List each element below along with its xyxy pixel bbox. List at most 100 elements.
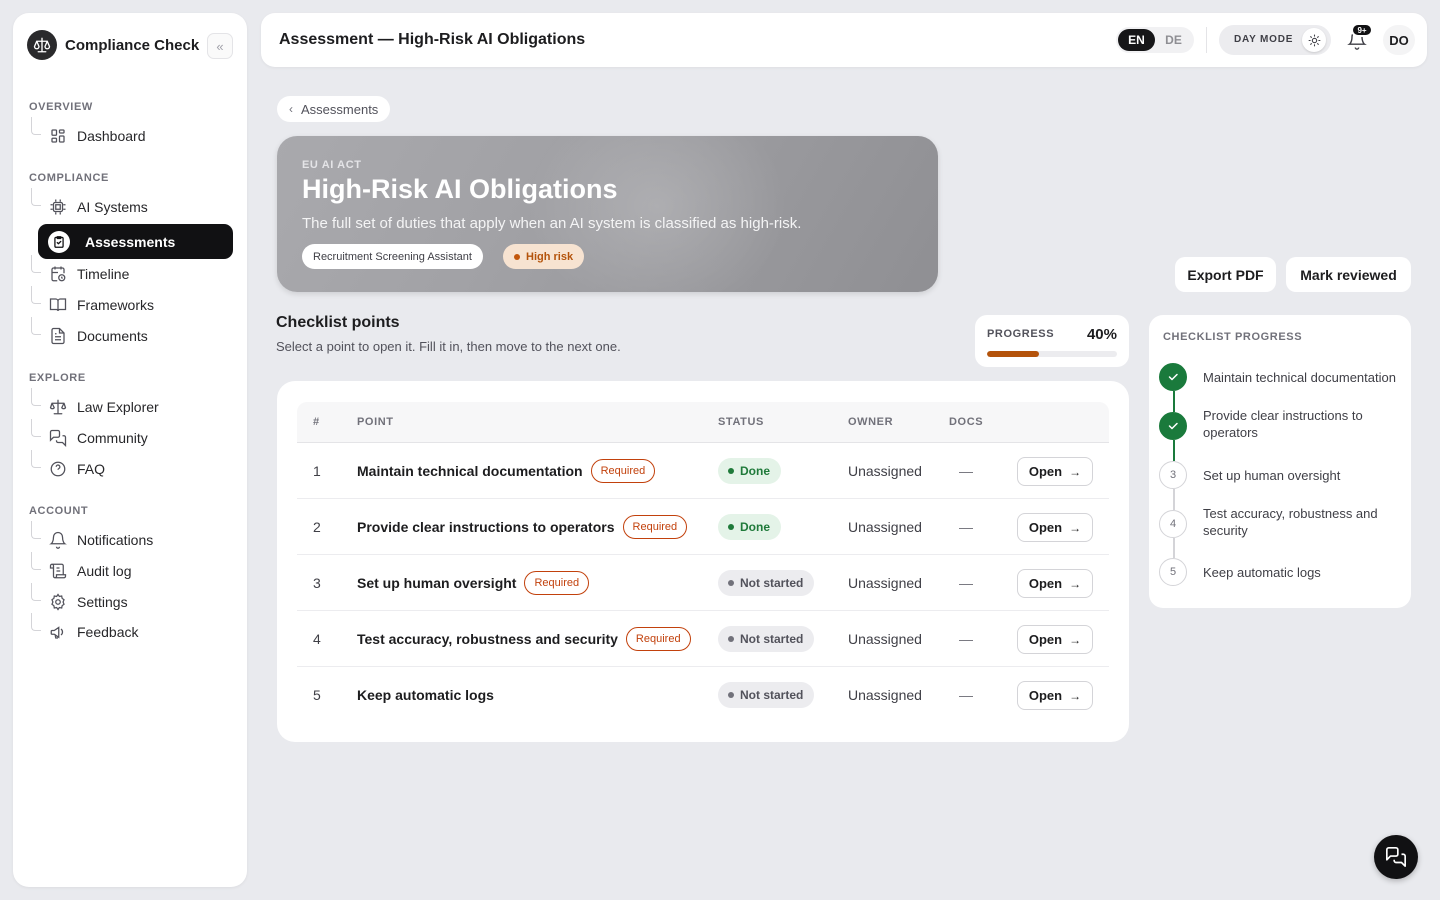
collapse-sidebar-button[interactable]: « [207, 33, 233, 59]
step-number[interactable]: 5 [1159, 558, 1187, 586]
table-row[interactable]: 2 Provide clear instructions to operators… [297, 499, 1109, 555]
column-header: STATUS [718, 416, 764, 428]
status-badge: Not started [718, 682, 815, 708]
back-to-assessments-link[interactable]: ‹ Assessments [277, 96, 391, 122]
status-dot [728, 524, 734, 530]
status-badge: Done [718, 458, 781, 484]
sidebar-item-frameworks[interactable]: Frameworks [29, 286, 233, 320]
sidebar-item-settings[interactable]: Settings [29, 583, 233, 617]
sidebar-item-timeline[interactable]: Timeline [29, 255, 233, 289]
app-name: Compliance Check [65, 36, 200, 54]
risk-label: High risk [526, 250, 574, 263]
lang-en-button[interactable]: EN [1118, 29, 1155, 51]
check-icon[interactable] [1159, 412, 1187, 440]
tree-connector [31, 188, 41, 206]
export-pdf-button[interactable]: Export PDF [1175, 257, 1276, 292]
table-row[interactable]: 5 Keep automatic logs Not started Unassigne… [297, 667, 1109, 723]
chevron-left-icon: ‹ [289, 102, 293, 116]
column-header: OWNER [848, 416, 894, 428]
arrow-right-icon: → [1069, 632, 1082, 647]
tree-connector [31, 255, 41, 273]
sidebar-item-ai-systems[interactable]: AI Systems [29, 188, 233, 222]
tree-connector [31, 583, 41, 601]
chat-bubbles-icon [49, 429, 67, 447]
point-cell: Provide clear instructions to operators R… [357, 499, 688, 555]
page-title: Assessment — High-Risk AI Obligations [279, 31, 586, 48]
sidebar-item-label: AI Systems [77, 199, 148, 215]
sidebar-item-law-explorer[interactable]: Law Explorer [29, 388, 233, 422]
book-open-icon [49, 298, 67, 312]
sidebar-item-label: Dashboard [77, 128, 146, 144]
sidebar-item-documents[interactable]: Documents [29, 317, 233, 351]
required-badge: Required [590, 459, 656, 483]
status-label: Done [740, 520, 770, 534]
step-connector [1173, 538, 1175, 558]
point-title: Keep automatic logs [357, 687, 494, 703]
chat-support-button[interactable] [1374, 835, 1418, 879]
nav-section-account: ACCOUNT [29, 505, 89, 517]
sidebar-item-faq[interactable]: FAQ [29, 450, 233, 484]
user-avatar[interactable]: DO [1383, 25, 1415, 55]
step-label[interactable]: Test accuracy, robustness and security [1203, 505, 1399, 539]
column-header: # [313, 416, 320, 428]
progress-card: PROGRESS 40% [975, 315, 1129, 367]
docs-cell: — [959, 687, 973, 703]
sidebar-item-assessments[interactable]: Assessments [38, 224, 233, 259]
open-point-button[interactable]: Open → [1017, 625, 1093, 654]
column-header: POINT [357, 416, 394, 428]
required-badge: Required [625, 627, 691, 651]
open-point-button[interactable]: Open → [1017, 681, 1093, 710]
step-connector [1173, 440, 1175, 461]
step-label[interactable]: Set up human oversight [1203, 467, 1399, 484]
sidebar-item-community[interactable]: Community [29, 419, 233, 453]
table-row[interactable]: 3 Set up human oversight Required Not start… [297, 555, 1109, 611]
check-icon[interactable] [1159, 363, 1187, 391]
point-cell: Set up human oversight Required [357, 555, 590, 611]
table-row[interactable]: 4 Test accuracy, robustness and security R… [297, 611, 1109, 667]
theme-toggle[interactable]: DAY MODE [1219, 25, 1331, 55]
table-row[interactable]: 1 Maintain technical documentation Require… [297, 443, 1109, 499]
document-icon [51, 327, 65, 345]
status-dot [728, 580, 734, 586]
row-number: 1 [313, 463, 321, 479]
open-point-button[interactable]: Open → [1017, 457, 1093, 486]
progress-value: 40% [1086, 326, 1117, 343]
sidebar-item-feedback[interactable]: Feedback [29, 613, 233, 647]
step-number[interactable]: 4 [1159, 510, 1187, 538]
step-label[interactable]: Maintain technical documentation [1203, 369, 1399, 386]
open-label: Open [1028, 688, 1063, 703]
arrow-right-icon: → [1069, 576, 1082, 591]
sidebar-item-audit-log[interactable]: Audit log [29, 552, 233, 586]
notification-count-badge: 9+ [1351, 23, 1373, 37]
row-number: 3 [313, 575, 321, 591]
step-label[interactable]: Provide clear instructions to operators [1203, 407, 1399, 441]
docs-cell: — [959, 519, 973, 535]
system-chip[interactable]: Recruitment Screening Assistant [302, 244, 483, 269]
mark-reviewed-button[interactable]: Mark reviewed [1286, 257, 1411, 292]
step-connector [1173, 391, 1175, 412]
row-number: 2 [313, 519, 321, 535]
open-point-button[interactable]: Open → [1017, 513, 1093, 542]
brand[interactable]: Compliance Check [27, 30, 199, 60]
breadcrumb-label: Assessments [301, 101, 379, 117]
checklist-subtitle: Select a point to open it. Fill it in, t… [276, 339, 621, 354]
risk-badge: High risk [503, 244, 585, 269]
sidebar-item-dashboard[interactable]: Dashboard [29, 117, 233, 151]
column-header: DOCS [949, 416, 984, 428]
sidebar-item-notifications[interactable]: Notifications [29, 521, 233, 555]
arrow-right-icon: → [1069, 464, 1082, 479]
open-point-button[interactable]: Open → [1017, 569, 1093, 598]
status-badge: Not started [718, 570, 815, 596]
required-badge: Required [622, 515, 688, 539]
step-label[interactable]: Keep automatic logs [1203, 564, 1399, 581]
lang-de-button[interactable]: DE [1155, 29, 1192, 51]
owner-cell: Unassigned [848, 631, 922, 647]
tree-connector [31, 286, 41, 304]
sidebar-item-label: FAQ [77, 461, 106, 477]
status-dot [728, 692, 734, 698]
step-number[interactable]: 3 [1159, 461, 1187, 489]
sidebar-item-label: Frameworks [77, 297, 155, 313]
tree-connector [31, 388, 41, 406]
sidebar-item-label: Notifications [77, 532, 154, 548]
point-title: Maintain technical documentation [357, 463, 583, 479]
